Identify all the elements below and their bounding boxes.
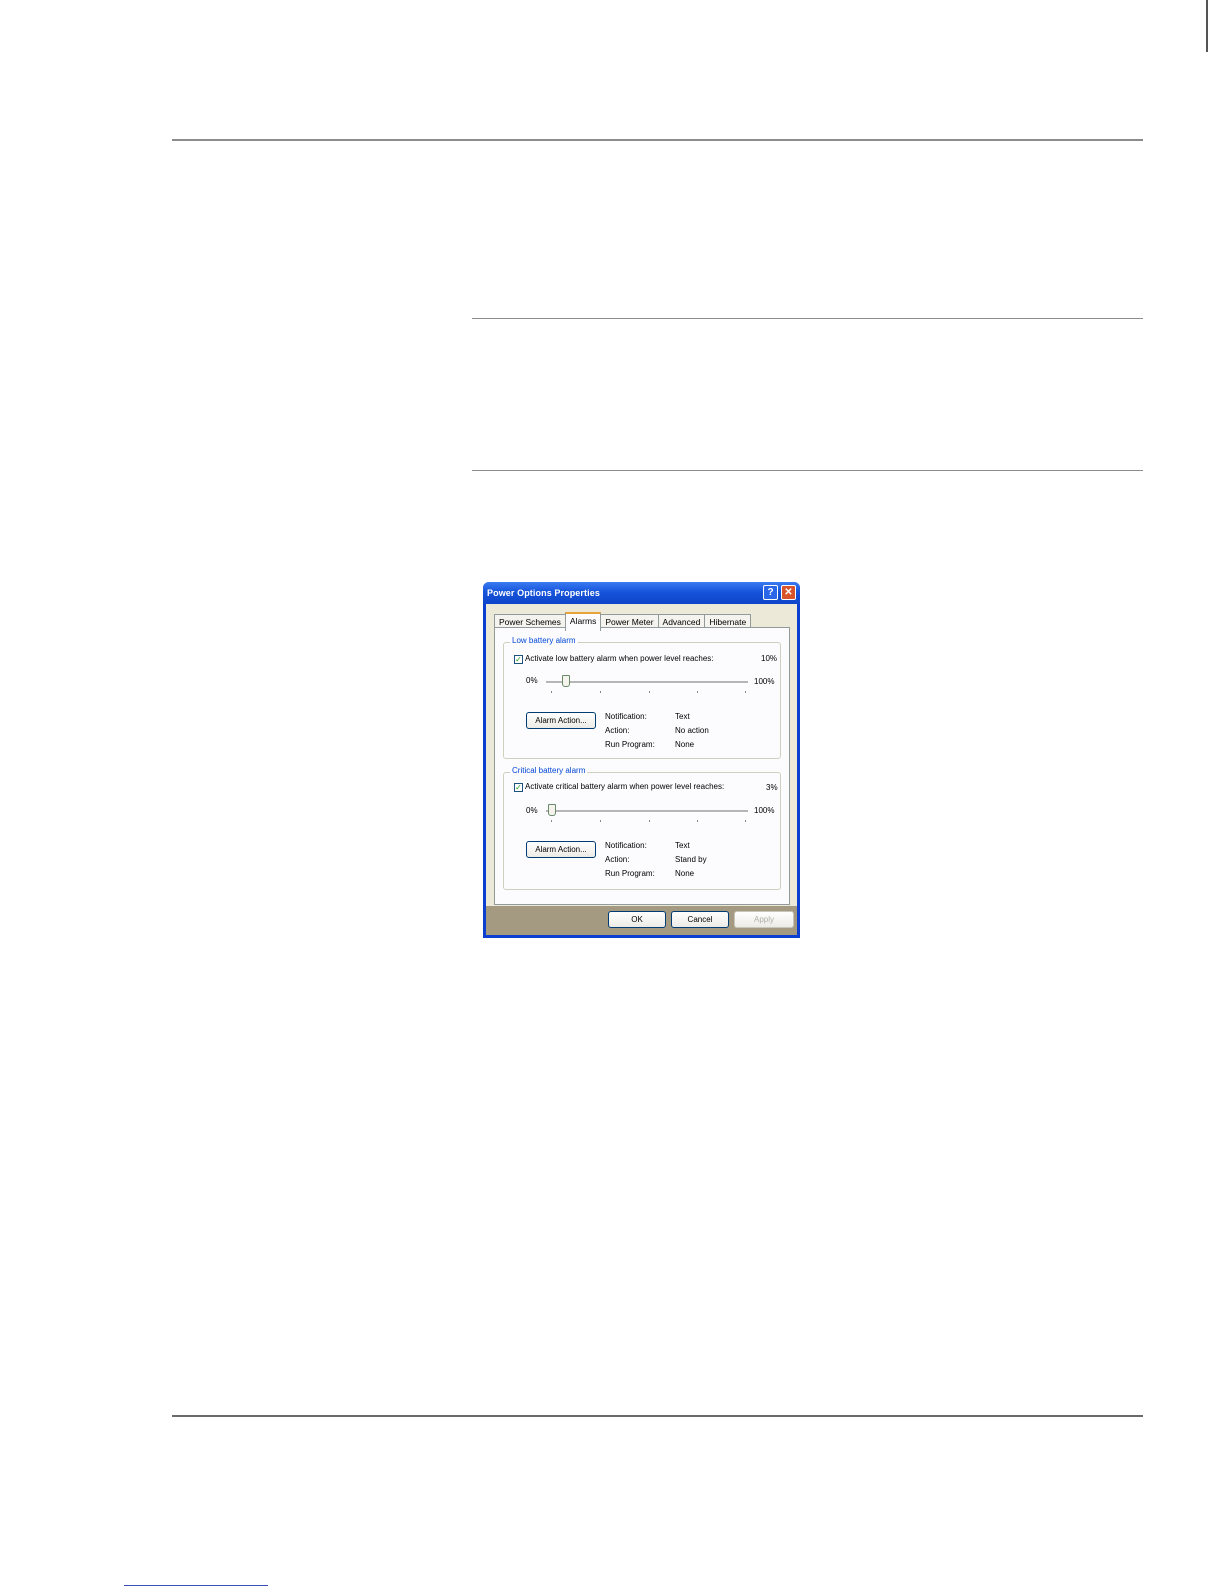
critical-action-value: Stand by bbox=[675, 855, 707, 864]
apply-button[interactable]: Apply bbox=[734, 911, 794, 928]
ok-button[interactable]: OK bbox=[608, 911, 666, 928]
dialog-button-bar: OK Cancel Apply bbox=[486, 906, 797, 935]
critical-program-value: None bbox=[675, 869, 695, 878]
slider-tick bbox=[649, 691, 650, 693]
tab-alarms[interactable]: Alarms bbox=[564, 612, 602, 631]
power-options-dialog: Power Options Properties ? ✕ Power Schem… bbox=[483, 582, 800, 938]
slider-tick bbox=[551, 820, 552, 822]
dialog-client: Power Schemes Alarms Power Meter Advance… bbox=[486, 604, 797, 935]
help-icon: ? bbox=[767, 587, 774, 598]
page-edge-mark bbox=[1206, 0, 1208, 52]
slider-tick bbox=[551, 691, 552, 693]
section-rule-upper bbox=[472, 318, 1143, 319]
close-icon: ✕ bbox=[784, 587, 793, 598]
critical-slider-max: 100% bbox=[754, 806, 775, 815]
critical-battery-slider[interactable] bbox=[546, 810, 748, 813]
cancel-button[interactable]: Cancel bbox=[671, 911, 729, 928]
low-slider-min: 0% bbox=[526, 676, 538, 685]
critical-battery-slider-thumb[interactable] bbox=[548, 804, 557, 816]
window-title: Power Options Properties bbox=[487, 588, 600, 598]
slider-tick bbox=[697, 820, 698, 822]
low-action-label: Action: bbox=[605, 726, 630, 735]
critical-battery-checkbox-label: Activate critical battery alarm when pow… bbox=[525, 782, 725, 791]
section-rule-lower bbox=[472, 470, 1143, 471]
low-battery-slider[interactable] bbox=[546, 681, 748, 684]
low-alarm-action-button[interactable]: Alarm Action... bbox=[526, 712, 596, 729]
low-battery-checkbox[interactable]: ✓ bbox=[514, 655, 523, 664]
low-battery-level: 10% bbox=[761, 654, 778, 663]
critical-battery-checkbox[interactable]: ✓ bbox=[514, 783, 523, 792]
low-program-value: None bbox=[675, 740, 695, 749]
low-action-value: No action bbox=[675, 726, 709, 735]
slider-tick bbox=[745, 691, 746, 693]
critical-battery-group: Critical battery alarm ✓ Activate critic… bbox=[503, 766, 781, 890]
low-battery-group: Low battery alarm ✓ Activate low battery… bbox=[503, 636, 781, 759]
critical-slider-min: 0% bbox=[526, 806, 538, 815]
alarms-panel: Low battery alarm ✓ Activate low battery… bbox=[494, 627, 790, 905]
critical-battery-level: 3% bbox=[766, 783, 778, 792]
low-slider-max: 100% bbox=[754, 677, 775, 686]
critical-action-label: Action: bbox=[605, 855, 630, 864]
low-notification-value: Text bbox=[675, 712, 690, 721]
slider-tick bbox=[697, 691, 698, 693]
critical-battery-group-title: Critical battery alarm bbox=[510, 766, 588, 775]
low-program-label: Run Program: bbox=[605, 740, 655, 749]
critical-notification-value: Text bbox=[675, 841, 690, 850]
low-battery-slider-thumb[interactable] bbox=[562, 675, 571, 687]
title-bar[interactable]: Power Options Properties ? ✕ bbox=[483, 582, 800, 604]
low-battery-group-title: Low battery alarm bbox=[510, 636, 578, 645]
critical-program-label: Run Program: bbox=[605, 869, 655, 878]
slider-tick bbox=[649, 820, 650, 822]
critical-alarm-action-button[interactable]: Alarm Action... bbox=[526, 841, 596, 858]
low-notification-label: Notification: bbox=[605, 712, 647, 721]
slider-tick bbox=[600, 691, 601, 693]
close-button[interactable]: ✕ bbox=[781, 585, 796, 600]
critical-notification-label: Notification: bbox=[605, 841, 647, 850]
slider-tick bbox=[600, 820, 601, 822]
slider-tick bbox=[745, 820, 746, 822]
low-battery-checkbox-label: Activate low battery alarm when power le… bbox=[525, 654, 714, 663]
help-button[interactable]: ? bbox=[763, 585, 778, 600]
top-rule bbox=[172, 139, 1143, 141]
bottom-rule bbox=[172, 1415, 1143, 1417]
